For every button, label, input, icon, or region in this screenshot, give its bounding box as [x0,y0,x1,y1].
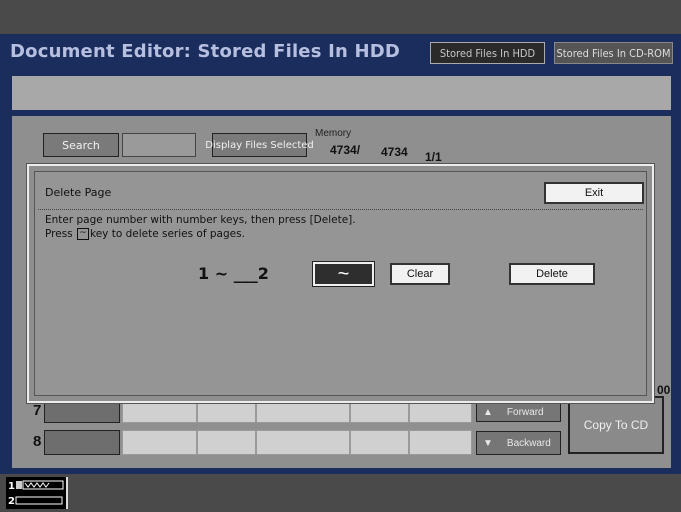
status-bar [0,474,681,512]
table-cell [197,403,256,423]
table-cell [350,430,409,455]
message-bar [12,76,671,110]
instruction-prefix: Press [45,228,73,240]
tilde-range-button[interactable]: ~ [313,262,374,286]
paper-tray-icon: 1 2 [8,480,64,507]
range-start: 1 [198,264,210,283]
tab-stored-files-hdd[interactable]: Stored Files In HDD [430,42,545,64]
page-number-fragment: 00 [657,383,671,397]
table-cell [256,403,350,423]
display-files-selected-button[interactable]: Display Files Selected [205,133,314,157]
search-field[interactable] [122,133,196,157]
divider [38,209,643,210]
exit-button[interactable]: Exit [544,182,644,204]
backward-label: Backward [506,437,551,449]
dialog-body: Delete Page Exit Enter page number with … [34,171,647,396]
instruction-suffix: key to delete series of pages. [89,228,245,240]
table-cell [197,430,256,455]
table-cell [256,430,350,455]
forward-button[interactable]: ▲ Forward [476,402,561,422]
table-cell [122,403,197,423]
tray-2-number: 2 [8,496,15,507]
down-triangle-icon: ▼ [483,437,493,449]
table-cell [122,430,197,455]
table-cell [409,403,472,423]
table-cell [350,403,409,423]
tilde-key-icon: ~ [76,228,89,240]
page-indicator: 1/1 [425,150,442,164]
table-cell [409,430,472,455]
delete-page-dialog: Delete Page Exit Enter page number with … [27,164,654,403]
tab-stored-files-cdrom[interactable]: Stored Files In CD-ROM [554,42,673,64]
up-triangle-icon: ▲ [483,406,493,418]
backward-button[interactable]: ▼ Backward [476,431,561,455]
row-number: 8 [33,433,42,450]
search-button[interactable]: Search [43,133,119,157]
memory-label: Memory [315,128,352,139]
top-bar [0,0,681,34]
clear-button[interactable]: Clear [390,263,450,285]
forward-label: Forward [506,406,544,418]
row-select-button[interactable] [44,430,120,455]
instruction-line-2: Press ~ key to delete series of pages. [45,228,245,240]
memory-used: 4734/ [330,143,361,157]
memory-total: 4734 [381,145,408,159]
table-row[interactable] [122,403,472,423]
delete-button[interactable]: Delete [509,263,595,285]
instruction-line-1: Enter page number with number keys, then… [45,214,356,226]
range-end: ___2 [233,264,269,283]
row-number: 7 [33,402,42,419]
table-row[interactable] [122,430,472,455]
row-select-button[interactable] [44,403,120,423]
page-range-display: 1 ~ ___2 [198,264,269,283]
tray-status-icon: 1 2 [6,477,68,509]
range-separator: ~ [214,264,229,283]
tray-1-number: 1 [8,481,15,492]
dialog-title: Delete Page [45,186,112,199]
copy-to-cd-button[interactable]: Copy To CD [568,396,664,454]
page-title: Document Editor: Stored Files In HDD [10,41,401,62]
